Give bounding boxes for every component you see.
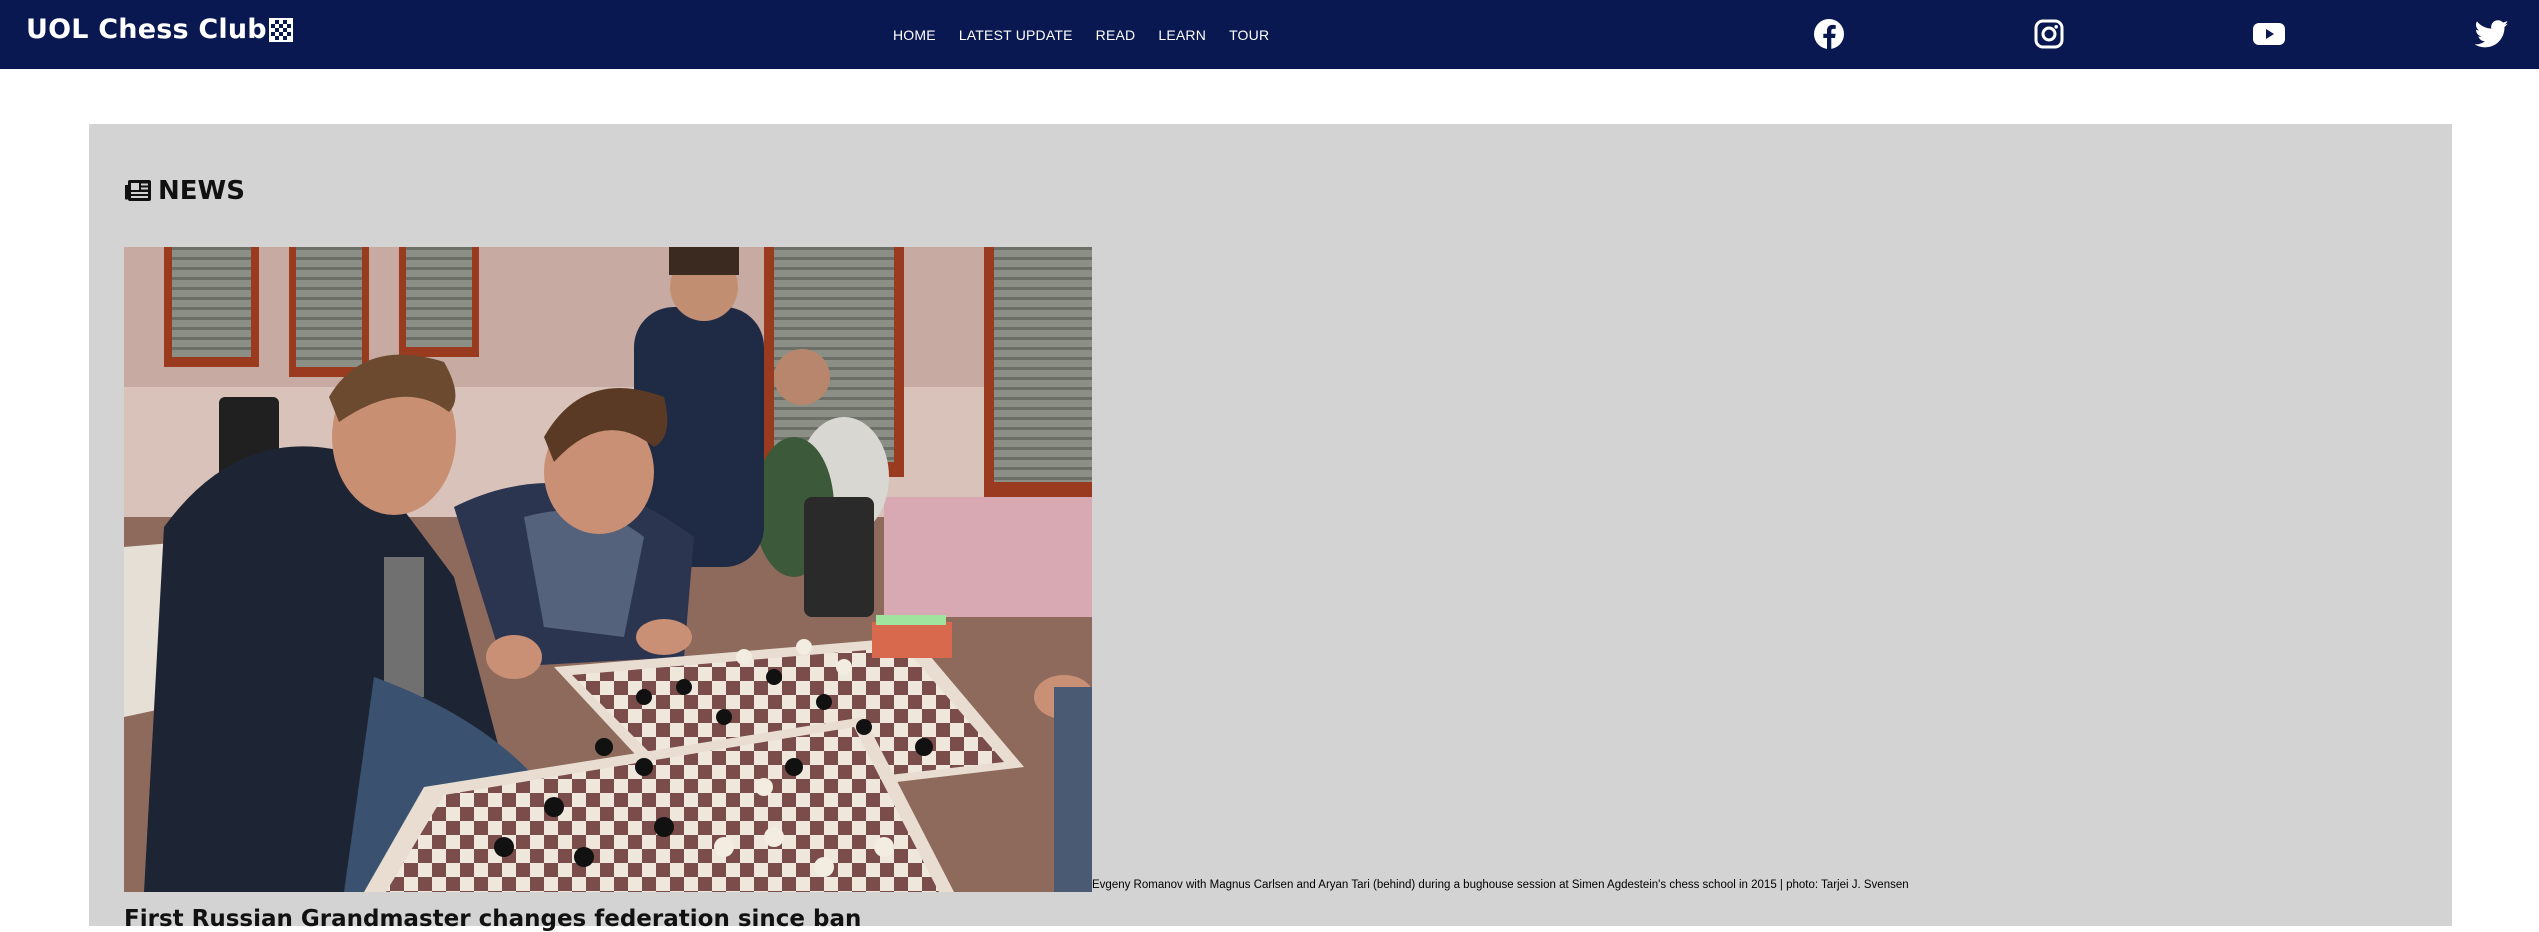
nav-link-read[interactable]: READ xyxy=(1096,27,1136,43)
news-title-text: NEWS xyxy=(158,176,245,206)
brand-logo-link[interactable]: UOL Chess Club xyxy=(26,14,294,45)
nav-link-learn[interactable]: LEARN xyxy=(1158,27,1206,43)
news-headline[interactable]: First Russian Grandmaster changes federa… xyxy=(124,906,861,932)
top-navbar: UOL Chess Club HOME LATEST UPDATE READ L… xyxy=(0,0,2539,69)
news-section: NEWS Evgeny Romanov with Magnus Carlsen … xyxy=(89,124,2452,932)
newspaper-icon xyxy=(125,180,151,201)
photo-caption: Evgeny Romanov with Magnus Carlsen and A… xyxy=(1092,879,1909,891)
brand-name: UOL Chess Club xyxy=(26,14,267,45)
nav-link-home[interactable]: HOME xyxy=(893,27,936,43)
nav-link-latest-update[interactable]: LATEST UPDATE xyxy=(959,27,1073,43)
youtube-icon[interactable] xyxy=(2252,17,2286,51)
instagram-icon[interactable] xyxy=(2032,17,2066,51)
twitter-icon[interactable] xyxy=(2474,17,2509,51)
chessboard-icon xyxy=(268,17,293,42)
chess-players-photo xyxy=(124,247,1092,892)
news-section-title: NEWS xyxy=(124,176,245,206)
nav-link-tour[interactable]: TOUR xyxy=(1229,27,1269,43)
main-nav: HOME LATEST UPDATE READ LEARN TOUR xyxy=(893,0,1292,69)
news-photo[interactable] xyxy=(124,247,1092,892)
facebook-icon[interactable] xyxy=(1812,17,1846,51)
